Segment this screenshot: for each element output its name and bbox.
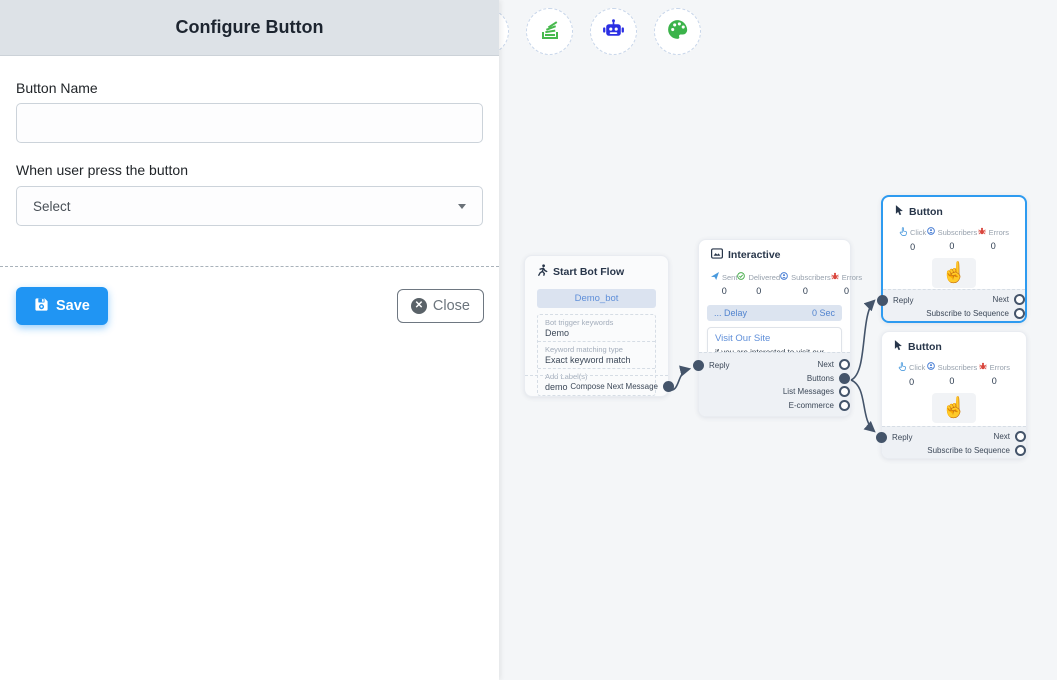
panel-header: Configure Button — [0, 0, 499, 56]
palette-icon — [665, 17, 690, 47]
stat-click: Click 0 — [898, 362, 925, 387]
stat-subscribers: Subscribers 0 — [780, 272, 831, 296]
input-port-reply[interactable] — [876, 432, 887, 443]
toolbar-bot-button[interactable] — [590, 8, 637, 55]
stat-errors: Errors 0 — [979, 362, 1010, 387]
stat-click: Click 0 — [899, 227, 926, 252]
robot-icon — [601, 17, 626, 47]
output-port-next[interactable] — [839, 359, 850, 370]
stat-subscribers: Subscribers 0 — [927, 362, 978, 387]
hand-pointer-icon: ☝ — [942, 397, 967, 419]
bug-icon — [979, 362, 987, 372]
button-name-label: Button Name — [16, 80, 98, 96]
field-matching-type: Keyword matching type Exact keyword matc… — [538, 341, 655, 368]
output-port-subscribe-sequence[interactable] — [1014, 308, 1025, 319]
hand-click-icon — [898, 362, 906, 373]
hand-click-icon — [899, 227, 907, 238]
node-title: Interactive — [728, 249, 781, 261]
person-circle-icon — [780, 272, 788, 282]
save-label: Save — [56, 298, 90, 314]
running-person-icon — [537, 264, 548, 279]
button-node-2[interactable]: Button Click 0 — [881, 331, 1027, 459]
input-port-reply[interactable] — [877, 295, 888, 306]
panel-title: Configure Button — [176, 17, 324, 38]
start-bot-flow-node[interactable]: Start Bot Flow Demo_bot Bot trigger keyw… — [524, 255, 669, 397]
output-port-compose-next-message[interactable] — [663, 381, 674, 392]
button-name-input[interactable] — [16, 103, 483, 143]
bot-name-badge[interactable]: Demo_bot — [537, 289, 656, 308]
stat-errors: Errors 0 — [831, 272, 862, 296]
input-reply: Reply — [699, 360, 729, 371]
button-preview: ☝ — [932, 393, 977, 423]
input-port-reply[interactable] — [693, 360, 704, 371]
press-button-label: When user press the button — [16, 162, 188, 178]
output-port-ecommerce[interactable] — [839, 400, 850, 411]
toolbar-layers-button[interactable] — [526, 8, 573, 55]
output-subscribe-sequence: Subscribe to Sequence — [882, 444, 1020, 458]
stat-sent: Sent 0 — [711, 272, 737, 296]
close-label: Close — [433, 298, 470, 314]
check-circle-icon — [737, 272, 745, 282]
output-list-messages: List Messages — [699, 385, 844, 399]
output-ecommerce: E-commerce — [699, 399, 844, 413]
button-node-1[interactable]: Button Click 0 — [881, 195, 1027, 323]
layers-icon — [538, 17, 562, 46]
person-circle-icon — [927, 227, 935, 237]
edge-buttons-to-button2 — [851, 380, 874, 431]
hand-pointer-icon: ☝ — [942, 262, 967, 284]
panel-divider — [0, 266, 499, 267]
press-button-select[interactable]: Select — [16, 186, 483, 226]
input-reply: Reply — [882, 432, 912, 443]
save-icon — [34, 297, 49, 316]
card-image-icon — [711, 248, 723, 262]
field-trigger-keywords: Bot trigger keywords Demo — [538, 315, 655, 341]
output-label: Compose Next Message — [570, 382, 658, 391]
cursor-arrow-icon — [894, 340, 903, 354]
input-reply: Reply — [883, 295, 913, 306]
interactive-stats: Sent 0 Delivered 0 — [699, 262, 850, 296]
button-stats: Click 0 Subscribers 0 — [882, 354, 1026, 387]
output-port-subscribe-sequence[interactable] — [1015, 445, 1026, 456]
output-port-buttons[interactable] — [839, 373, 850, 384]
close-button[interactable]: ✕ Close — [397, 289, 484, 323]
close-icon: ✕ — [411, 298, 427, 314]
select-value: Select — [33, 199, 71, 214]
stat-subscribers: Subscribers 0 — [927, 227, 978, 252]
bug-icon — [831, 272, 839, 282]
chevron-down-icon — [458, 204, 466, 209]
stat-errors: Errors 0 — [978, 227, 1009, 252]
output-subscribe-sequence: Subscribe to Sequence — [883, 307, 1019, 321]
toolbar-theme-button[interactable] — [654, 8, 701, 55]
button-stats: Click 0 Subscribers 0 — [883, 219, 1025, 252]
stat-delivered: Delivered 0 — [737, 272, 780, 296]
paper-plane-icon — [711, 272, 719, 282]
cursor-arrow-icon — [895, 205, 904, 219]
output-buttons: Buttons — [699, 372, 844, 386]
button-preview: ☝ — [932, 258, 977, 288]
bug-icon — [978, 227, 986, 237]
node-title: Button — [909, 206, 943, 218]
delay-setting[interactable]: ... Delay 0 Sec — [707, 305, 842, 321]
interactive-node[interactable]: Interactive Sent 0 — [698, 239, 851, 417]
person-circle-icon — [927, 362, 935, 372]
app-window: Start Bot Flow Demo_bot Bot trigger keyw… — [0, 0, 1057, 680]
output-port-list-messages[interactable] — [839, 386, 850, 397]
configure-button-panel: Configure Button Button Name When user p… — [0, 0, 499, 680]
output-port-next[interactable] — [1014, 294, 1025, 305]
node-title: Start Bot Flow — [553, 266, 624, 278]
output-port-next[interactable] — [1015, 431, 1026, 442]
save-button[interactable]: Save — [16, 287, 108, 325]
node-title: Button — [908, 341, 942, 353]
edge-buttons-to-button1 — [851, 301, 874, 380]
